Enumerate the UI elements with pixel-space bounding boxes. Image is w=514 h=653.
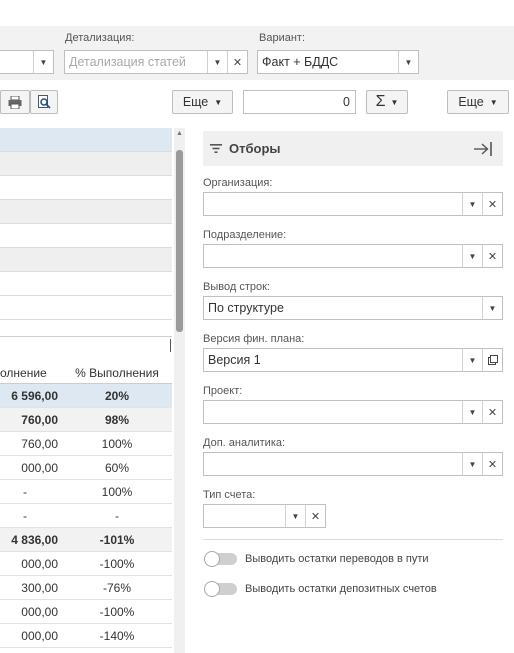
parameter-bar: ▼ Детализация: Детализация статей ▼ ✕ Ва… — [0, 26, 514, 80]
table-row[interactable]: -100% — [0, 480, 172, 504]
rows-output-value: По структуре — [208, 301, 284, 315]
table-row[interactable]: 000,00 -140% — [0, 624, 172, 648]
grid-row[interactable] — [0, 200, 172, 224]
variant-value: Факт + БДДС — [262, 55, 339, 69]
chevron-down-icon: ▼ — [214, 97, 223, 107]
grid-row[interactable] — [0, 272, 172, 296]
print-button[interactable] — [0, 90, 30, 114]
chevron-down-icon: ▼ — [390, 97, 399, 107]
table-header: олнение % Выполнения — [0, 366, 172, 384]
table-row[interactable]: 300,00 -76% — [0, 576, 172, 600]
collapse-panel-icon[interactable] — [473, 142, 493, 156]
open-icon[interactable] — [482, 349, 502, 371]
grid-row[interactable] — [0, 176, 172, 200]
chevron-down-icon[interactable]: ▼ — [33, 51, 53, 73]
org-label: Организация: — [203, 177, 273, 189]
analytics-field[interactable]: ▼ ✕ — [203, 452, 503, 476]
chevron-down-icon[interactable]: ▼ — [285, 505, 305, 527]
clear-icon[interactable]: ✕ — [482, 401, 502, 423]
sigma-icon: Σ — [375, 93, 386, 110]
project-label: Проект: — [203, 385, 243, 397]
toolbar: Еще ▼ 0 Σ ▼ Еще ▼ — [0, 84, 514, 120]
variant-label: Вариант: — [259, 32, 306, 44]
deposit-balances-toggle[interactable] — [203, 581, 239, 597]
scroll-up-icon[interactable]: ▲ — [176, 130, 183, 137]
chevron-down-icon[interactable]: ▼ — [462, 453, 482, 475]
account-type-label: Тип счета: — [203, 489, 256, 501]
number-field[interactable]: 0 — [243, 90, 356, 114]
more-button-2[interactable]: Еще ▼ — [447, 90, 509, 114]
table-row[interactable]: -- — [0, 504, 172, 528]
grid-row[interactable] — [0, 152, 172, 176]
detail-placeholder: Детализация статей — [69, 55, 186, 69]
preview-button[interactable] — [30, 90, 58, 114]
column-resize-handle[interactable] — [170, 339, 171, 352]
plan-version-field[interactable]: Версия 1 ▼ — [203, 348, 503, 372]
grid-row[interactable] — [0, 224, 172, 248]
grid-row[interactable] — [0, 296, 172, 320]
chevron-down-icon[interactable]: ▼ — [462, 401, 482, 423]
grid-row[interactable] — [0, 128, 172, 152]
analytics-label: Доп. аналитика: — [203, 437, 286, 449]
clear-icon[interactable]: ✕ — [482, 453, 502, 475]
dept-label: Подразделение: — [203, 229, 287, 241]
filter-icon — [210, 144, 222, 153]
left-field[interactable]: ▼ — [0, 50, 54, 74]
clear-icon[interactable]: ✕ — [227, 51, 247, 73]
clear-icon[interactable]: ✕ — [482, 245, 502, 267]
sum-button[interactable]: Σ ▼ — [366, 90, 408, 114]
filters-divider — [203, 539, 503, 540]
magnifier-icon — [37, 95, 51, 109]
table-row[interactable]: 000,00 -100% — [0, 552, 172, 576]
deposit-balances-label: Выводить остатки депозитных счетов — [245, 583, 437, 595]
chevron-down-icon[interactable]: ▼ — [462, 193, 482, 215]
chevron-down-icon: ▼ — [489, 97, 498, 107]
table-row[interactable]: 000,00 60% — [0, 456, 172, 480]
table-row[interactable]: 6 596,00 20% — [0, 384, 172, 408]
project-field[interactable]: ▼ ✕ — [203, 400, 503, 424]
table-row[interactable]: 000,00 -100% — [0, 600, 172, 624]
top-strip — [0, 0, 514, 24]
table-row[interactable]: 4 836,00 -101% — [0, 528, 172, 552]
chevron-down-icon[interactable]: ▼ — [482, 297, 502, 319]
scroll-thumb[interactable] — [176, 150, 183, 332]
chevron-down-icon[interactable]: ▼ — [207, 51, 227, 73]
detail-field[interactable]: Детализация статей ▼ ✕ — [64, 50, 248, 74]
printer-icon — [8, 95, 22, 109]
account-type-field[interactable]: ▼ ✕ — [203, 504, 326, 528]
plan-version-value: Версия 1 — [208, 353, 261, 367]
filters-header: Отборы — [203, 131, 503, 166]
filters-panel: Отборы Организация: ▼ ✕ Подразделение: ▼… — [194, 128, 514, 653]
more-button[interactable]: Еще ▼ — [172, 90, 233, 114]
clear-icon[interactable]: ✕ — [305, 505, 325, 527]
filters-title: Отборы — [229, 141, 281, 156]
col-header-execution: олнение — [0, 366, 47, 380]
transit-balances-label: Выводить остатки переводов в пути — [245, 553, 429, 565]
transit-balances-toggle[interactable] — [203, 551, 239, 567]
grid-divider — [0, 336, 172, 337]
detail-label: Детализация: — [65, 32, 135, 44]
variant-select[interactable]: Факт + БДДС ▼ — [257, 50, 419, 74]
report-grid-top — [0, 128, 172, 320]
col-header-percent: % Выполнения — [75, 366, 159, 380]
dept-field[interactable]: ▼ ✕ — [203, 244, 503, 268]
rows-output-select[interactable]: По структуре ▼ — [203, 296, 503, 320]
table-row[interactable]: 760,00 100% — [0, 432, 172, 456]
table-row[interactable]: 760,00 98% — [0, 408, 172, 432]
rows-output-label: Вывод строк: — [203, 281, 270, 293]
plan-version-label: Версия фин. плана: — [203, 333, 305, 345]
grid-row[interactable] — [0, 248, 172, 272]
report-table: олнение % Выполнения 6 596,00 20% 760,00 9… — [0, 366, 172, 648]
chevron-down-icon[interactable]: ▼ — [462, 349, 482, 371]
chevron-down-icon[interactable]: ▼ — [398, 51, 418, 73]
clear-icon[interactable]: ✕ — [482, 193, 502, 215]
chevron-down-icon[interactable]: ▼ — [462, 245, 482, 267]
org-field[interactable]: ▼ ✕ — [203, 192, 503, 216]
